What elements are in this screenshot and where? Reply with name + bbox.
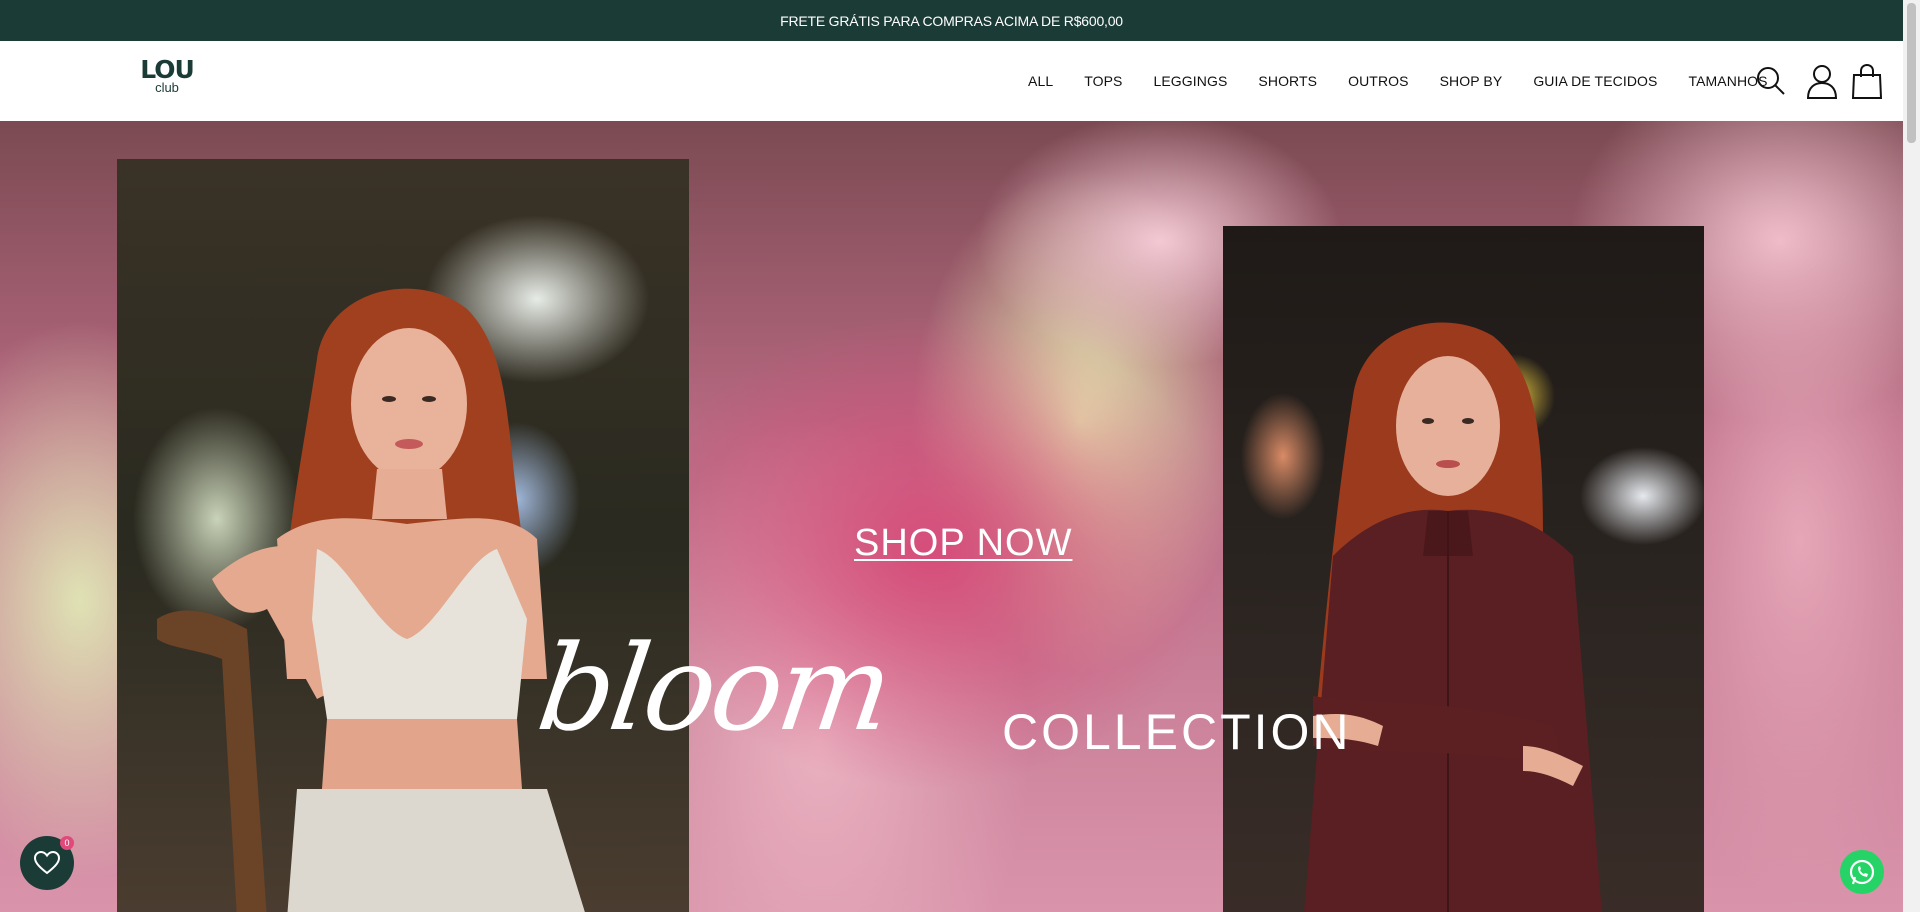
nav-item-shop-by[interactable]: SHOP BY: [1440, 73, 1503, 89]
shopping-bag-icon: [1851, 63, 1883, 99]
nav-item-leggings[interactable]: LEGGINGS: [1153, 73, 1227, 89]
whatsapp-icon: [1849, 859, 1875, 885]
hero-script-title: bloom: [530, 619, 897, 757]
hero-banner[interactable]: SHOP NOW bloom COLLECTION: [0, 121, 1903, 912]
nav-item-shorts[interactable]: SHORTS: [1258, 73, 1317, 89]
model-photo-right: [1304, 322, 1602, 912]
logo-wordmark: LOU: [140, 55, 195, 84]
hero-photo-left[interactable]: [117, 159, 689, 912]
nav-item-guia-de-tecidos[interactable]: GUIA DE TECIDOS: [1533, 73, 1657, 89]
user-icon: [1806, 65, 1838, 99]
scrollbar-thumb[interactable]: [1907, 3, 1916, 143]
account-button[interactable]: [1803, 62, 1841, 100]
site-header: LOU club ALL TOPS LEGGINGS SHORTS OUTROS…: [0, 41, 1903, 121]
page-scrollbar[interactable]: [1903, 0, 1920, 912]
nav-item-tops[interactable]: TOPS: [1084, 73, 1122, 89]
heart-icon: [34, 851, 60, 875]
nav-item-outros[interactable]: OUTROS: [1348, 73, 1409, 89]
cart-button[interactable]: [1848, 62, 1886, 100]
nav-item-all[interactable]: ALL: [1028, 73, 1053, 89]
search-icon: [1757, 67, 1785, 95]
main-nav: ALL TOPS LEGGINGS SHORTS OUTROS SHOP BY …: [1028, 41, 1768, 121]
announcement-bar: FRETE GRÁTIS PARA COMPRAS ACIMA DE R$600…: [0, 0, 1903, 41]
model-photo-left: [157, 288, 585, 912]
search-button[interactable]: [1752, 62, 1790, 100]
shop-now-link[interactable]: SHOP NOW: [854, 522, 1072, 565]
wishlist-count-badge: 0: [60, 836, 74, 850]
hero-subtitle: COLLECTION: [1002, 704, 1352, 760]
logo[interactable]: LOU club: [139, 57, 195, 95]
hero-photo-right[interactable]: [1223, 226, 1704, 912]
announcement-text: FRETE GRÁTIS PARA COMPRAS ACIMA DE R$600…: [780, 12, 1123, 29]
whatsapp-button[interactable]: [1840, 850, 1884, 894]
